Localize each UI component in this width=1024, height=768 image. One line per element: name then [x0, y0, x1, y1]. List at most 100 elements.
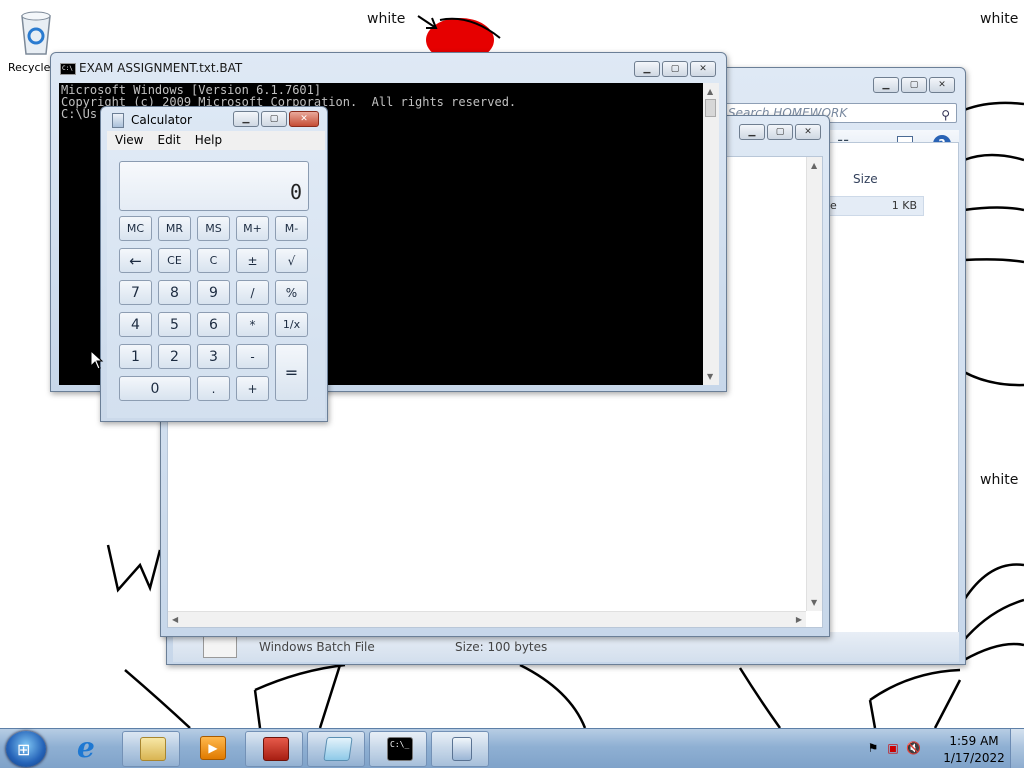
negate-button[interactable]: ±: [236, 248, 269, 273]
calculator-body: 0 MC MR MS M+ M- ← CE C ± √ 7 8 9 / % 4 …: [107, 150, 325, 418]
taskbar-notepad[interactable]: [307, 731, 365, 767]
volume-muted-icon[interactable]: 🔇: [906, 741, 921, 755]
mr-button[interactable]: MR: [158, 216, 191, 241]
mouse-cursor-icon: [90, 350, 104, 370]
m-plus-button[interactable]: M+: [236, 216, 269, 241]
horizontal-scrollbar[interactable]: ◀ ▶: [168, 611, 806, 627]
clock-time: 1:59 AM: [949, 734, 999, 748]
recycle-bin-icon: [21, 11, 51, 55]
scroll-down-icon[interactable]: ▼: [811, 598, 817, 607]
taskbar-calculator[interactable]: [431, 731, 489, 767]
taskbar: ⊞ e ▶ C:\_ ⚑ ▣ 🔇 1:59 AM 1/17/2022: [0, 728, 1024, 768]
clock[interactable]: 1:59 AM 1/17/2022: [942, 733, 1006, 767]
digit-2-button[interactable]: 2: [158, 344, 191, 369]
digit-4-button[interactable]: 4: [119, 312, 152, 337]
clock-date: 1/17/2022: [943, 751, 1005, 765]
scroll-down-icon[interactable]: ▼: [707, 372, 713, 381]
window-title: EXAM ASSIGNMENT.txt.BAT: [79, 61, 243, 75]
file-size: 1 KB: [891, 199, 917, 212]
toolbox-icon: [263, 737, 289, 761]
network-warning-icon[interactable]: ▣: [886, 741, 900, 755]
percent-button[interactable]: %: [275, 280, 308, 305]
clear-button[interactable]: C: [197, 248, 230, 273]
taskbar-windows-explorer[interactable]: [122, 731, 180, 767]
desktop-text-white: white: [367, 11, 406, 27]
column-header-size[interactable]: Size: [853, 172, 878, 186]
details-type: Windows Batch File: [259, 640, 375, 654]
notepad-icon: [323, 737, 353, 761]
minimize-button[interactable]: ▁: [233, 111, 259, 127]
close-button[interactable]: ✕: [795, 124, 821, 140]
system-tray: ⚑ ▣ 🔇: [866, 741, 921, 755]
mc-button[interactable]: MC: [119, 216, 152, 241]
start-button[interactable]: ⊞: [6, 731, 46, 767]
scroll-left-icon[interactable]: ◀: [172, 615, 178, 624]
backspace-button[interactable]: ←: [119, 248, 152, 273]
multiply-button[interactable]: *: [236, 312, 269, 337]
scroll-right-icon[interactable]: ▶: [796, 615, 802, 624]
menu-bar: View Edit Help: [107, 131, 325, 150]
calculator-window[interactable]: Calculator ▁ ▢ ✕ View Edit Help 0 MC MR …: [100, 106, 328, 422]
minimize-button[interactable]: ▁: [873, 77, 899, 93]
digit-7-button[interactable]: 7: [119, 280, 152, 305]
file-name: e: [830, 199, 837, 212]
close-button[interactable]: ✕: [929, 77, 955, 93]
internet-explorer-icon: e: [77, 731, 95, 764]
calculator-icon: [112, 113, 124, 128]
scroll-up-icon[interactable]: ▲: [811, 161, 817, 170]
menu-edit[interactable]: Edit: [157, 131, 180, 150]
subtract-button[interactable]: -: [236, 344, 269, 369]
desktop-text-white: white: [980, 472, 1019, 488]
close-button[interactable]: ✕: [690, 61, 716, 77]
windows-logo-icon: ⊞: [17, 740, 31, 759]
menu-view[interactable]: View: [115, 131, 143, 150]
m-minus-button[interactable]: M-: [275, 216, 308, 241]
digit-1-button[interactable]: 1: [119, 344, 152, 369]
digit-6-button[interactable]: 6: [197, 312, 230, 337]
scroll-thumb[interactable]: [705, 99, 716, 117]
maximize-button[interactable]: ▢: [901, 77, 927, 93]
show-desktop-button[interactable]: [1010, 729, 1024, 768]
divide-button[interactable]: /: [236, 280, 269, 305]
add-button[interactable]: +: [236, 376, 269, 401]
maximize-button[interactable]: ▢: [261, 111, 287, 127]
search-icon[interactable]: ⚲: [941, 106, 950, 124]
file-type-icon: [203, 636, 237, 658]
menu-help[interactable]: Help: [195, 131, 222, 150]
decimal-button[interactable]: .: [197, 376, 230, 401]
digit-5-button[interactable]: 5: [158, 312, 191, 337]
taskbar-internet-explorer[interactable]: e: [60, 731, 118, 767]
clear-entry-button[interactable]: CE: [158, 248, 191, 273]
command-prompt-icon: C:\_: [387, 737, 413, 761]
reciprocal-button[interactable]: 1/x: [275, 312, 308, 337]
maximize-button[interactable]: ▢: [662, 61, 688, 77]
taskbar-command-prompt[interactable]: C:\_: [369, 731, 427, 767]
equals-button[interactable]: =: [275, 344, 308, 401]
taskbar-media-player[interactable]: ▶: [183, 731, 241, 767]
digit-3-button[interactable]: 3: [197, 344, 230, 369]
details-size: Size: 100 bytes: [455, 640, 548, 654]
action-center-flag-icon[interactable]: ⚑: [866, 741, 880, 755]
ms-button[interactable]: MS: [197, 216, 230, 241]
calculator-icon: [452, 737, 472, 761]
desktop-text-white: white: [980, 11, 1019, 27]
close-button[interactable]: ✕: [289, 111, 319, 127]
vertical-scrollbar[interactable]: ▲ ▼: [703, 83, 719, 385]
vertical-scrollbar[interactable]: ▲ ▼: [806, 157, 822, 611]
calculator-display: 0: [119, 161, 309, 211]
file-row[interactable]: e 1 KB: [829, 196, 924, 216]
scroll-up-icon[interactable]: ▲: [707, 87, 713, 96]
maximize-button[interactable]: ▢: [767, 124, 793, 140]
recycle-bin-label: Recycle: [8, 61, 51, 74]
digit-8-button[interactable]: 8: [158, 280, 191, 305]
digit-9-button[interactable]: 9: [197, 280, 230, 305]
sqrt-button[interactable]: √: [275, 248, 308, 273]
minimize-button[interactable]: ▁: [739, 124, 765, 140]
digit-0-button[interactable]: 0: [119, 376, 191, 401]
display-value: 0: [289, 180, 302, 204]
window-title: Calculator: [131, 113, 192, 127]
media-player-icon: ▶: [200, 736, 226, 760]
minimize-button[interactable]: ▁: [634, 61, 660, 77]
taskbar-toolbox[interactable]: [245, 731, 303, 767]
folder-icon: [140, 737, 166, 761]
